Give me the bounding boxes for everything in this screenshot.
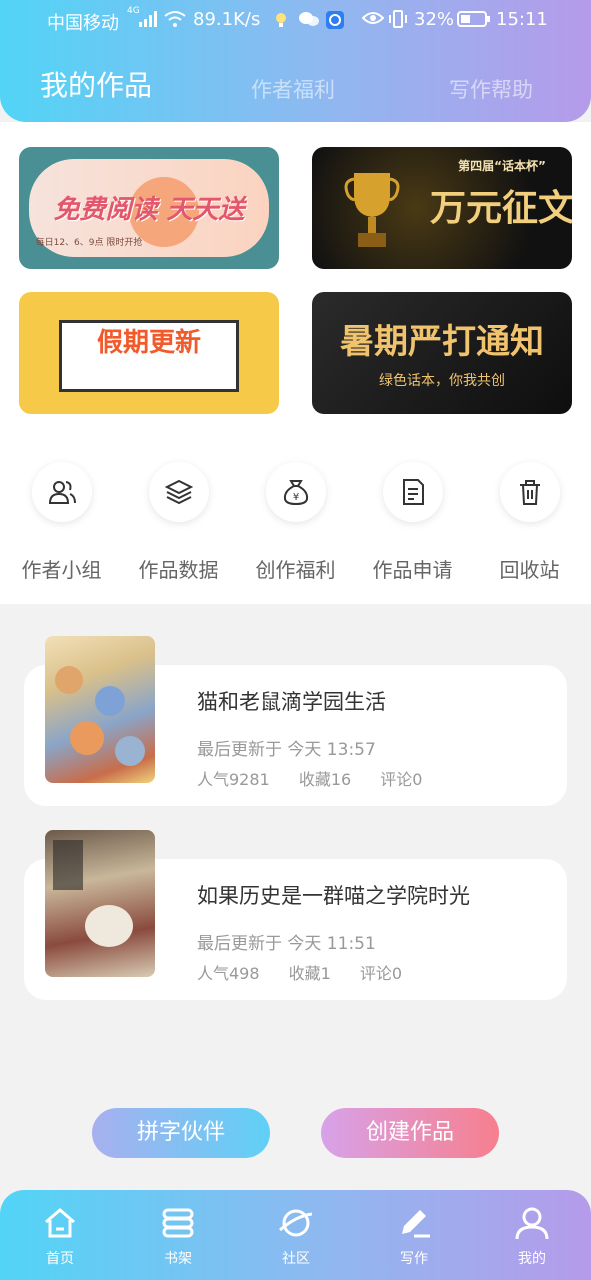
banner-free-reading[interactable]: 免费阅读 天天送 每日12、6、9点 限时开抢 [19,147,279,269]
eye-icon [361,10,385,31]
quick-author-group[interactable]: 作者小组 [3,462,120,583]
quick-work-data-label: 作品数据 [138,558,219,582]
quick-creation-benefits-label: 创作福利 [255,558,336,582]
battery-percent: 32% [414,9,455,30]
layers-icon [148,462,209,522]
wifi-icon [163,10,187,33]
nav-home[interactable]: 首页 [20,1204,100,1268]
create-work-button[interactable]: 创建作品 [321,1108,499,1158]
work-updated: 最后更新于 今天 13:57 [197,740,376,760]
quick-recycle-bin-label: 回收站 [499,558,560,582]
writing-partner-button[interactable]: 拼字伙伴 [92,1108,270,1158]
carrier-name: 中国移动 [47,13,119,34]
banner-holiday-update-sub: 福利第一弹 [108,364,189,383]
tab-writing-help[interactable]: 写作帮助 [449,74,533,104]
nav-bookshelf[interactable]: 书架 [138,1204,218,1268]
group-icon [31,462,92,522]
banner-essay-contest-title: 万元征文 [429,188,572,229]
status-bar: 中国移动 4G 89.1K/s 32% 15:11 [0,0,591,40]
quick-recycle-bin[interactable]: 回收站 [471,462,588,583]
work-comments: 评论0 [359,964,403,983]
nav-home-label: 首页 [46,1251,74,1267]
tab-author-benefits[interactable]: 作者福利 [251,74,335,104]
svg-text:¥: ¥ [292,492,298,503]
banner-holiday-update[interactable]: 假期更新 福利第一弹 [19,292,279,414]
work-updated: 最后更新于 今天 11:51 [197,934,376,954]
home-icon [20,1204,100,1242]
nav-write[interactable]: 写作 [374,1204,454,1268]
bottom-nav: 首页 书架 社区 写作 我的 [0,1190,591,1280]
banner-summer-notice-title: 暑期严打通知 [340,322,544,362]
work-popularity: 人气498 [197,964,260,983]
banner-free-reading-title: 免费阅读 天天送 [53,195,245,225]
nav-bookshelf-label: 书架 [164,1251,192,1267]
work-favorites: 收藏1 [288,964,331,983]
trash-icon [499,462,560,522]
wechat-icon [298,10,320,33]
work-comments: 评论0 [380,770,423,789]
banner-essay-contest-sub: 第四届“话本杯” [458,159,546,173]
banner-essay-contest[interactable]: 第四届“话本杯” 万元征文 [312,147,572,269]
banner-free-reading-sub: 每日12、6、9点 限时开抢 [35,238,143,248]
nav-write-label: 写作 [400,1251,428,1267]
network-speed: 89.1K/s [193,9,261,30]
bookshelf-icon [138,1204,218,1242]
work-title[interactable]: 如果历史是一群喵之学院时光 [197,880,470,910]
tab-my-works[interactable]: 我的作品 [40,64,152,104]
work-stats: 人气498 收藏1 评论0 [197,960,426,984]
quick-work-data[interactable]: 作品数据 [120,462,237,583]
app-notify-icon [325,10,345,35]
battery-icon [457,11,491,32]
bulb-icon [272,10,290,33]
nav-profile-label: 我的 [518,1251,546,1267]
vibrate-icon [388,10,408,33]
work-title[interactable]: 猫和老鼠滴学园生活 [197,686,386,716]
quick-work-application-label: 作品申请 [372,558,453,582]
banner-summer-notice[interactable]: 暑期严打通知 绿色话本，你我共创 [312,292,572,414]
work-stats: 人气9281 收藏16 评论0 [197,766,446,790]
money-bag-icon: ¥ [265,462,326,522]
quick-creation-benefits[interactable]: ¥ 创作福利 [237,462,354,583]
work-favorites: 收藏16 [298,770,352,789]
user-icon [492,1204,572,1242]
document-icon [382,462,443,522]
nav-profile[interactable]: 我的 [492,1204,572,1268]
planet-icon [256,1204,336,1242]
quick-author-group-label: 作者小组 [21,558,102,582]
clock: 15:11 [496,9,548,30]
work-popularity: 人气9281 [197,770,270,789]
nav-community-label: 社区 [282,1251,310,1267]
work-cover-image[interactable] [45,830,155,977]
banner-holiday-update-title: 假期更新 [96,328,201,358]
signal-icon [138,10,158,33]
banner-summer-notice-sub: 绿色话本，你我共创 [379,373,505,389]
work-cover-image[interactable] [45,636,155,783]
pen-icon [374,1204,454,1242]
nav-community[interactable]: 社区 [256,1204,336,1268]
quick-work-application[interactable]: 作品申请 [354,462,471,583]
header: 中国移动 4G 89.1K/s 32% 15:11 我的作品 作者福利 写作帮助 [0,0,591,122]
